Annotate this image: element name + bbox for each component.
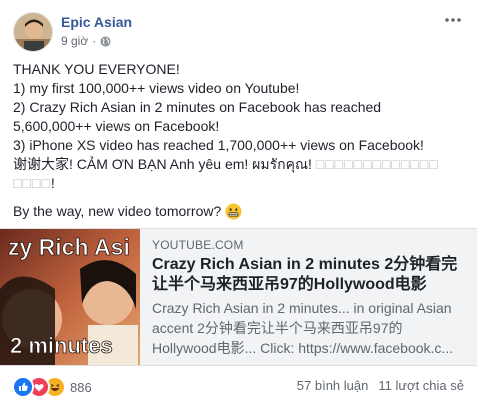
post-line: THANK YOU EVERYONE!: [13, 61, 180, 77]
post-line: 3) iPhone XS video has reached 1,700,000…: [13, 137, 424, 153]
like-reaction-icon: [12, 376, 34, 398]
closing-line: By the way, new video tomorrow?: [13, 202, 465, 221]
post-footer: 886 57 bình luận 11 lượt chia sẻ: [0, 372, 477, 400]
facebook-post: Epic Asian 9 giờ · THANK YOU EVERYONE! 1…: [0, 0, 477, 405]
comments-link[interactable]: 57 bình luận: [297, 378, 369, 393]
author-name[interactable]: Epic Asian: [61, 14, 132, 30]
link-description: Crazy Rich Asian in 2 minutes... in orig…: [152, 300, 454, 356]
engagement-stats: 57 bình luận 11 lượt chia sẻ: [297, 378, 464, 393]
link-title[interactable]: Crazy Rich Asian in 2 minutes 2分钟看完让半个马来…: [152, 255, 464, 295]
avatar[interactable]: [13, 12, 53, 52]
post-line: 5,600,000++ views on Facebook!: [13, 118, 220, 134]
link-preview-text[interactable]: YOUTUBE.COM Crazy Rich Asian in 2 minute…: [152, 229, 467, 365]
reaction-count[interactable]: 886: [70, 380, 92, 395]
post-line: 1) my first 100,000++ views video on You…: [13, 80, 300, 96]
missing-glyphs: □□□□: [13, 175, 51, 191]
link-thumbnail[interactable]: zy Rich Asi 2 minutes: [0, 229, 140, 365]
more-icon: [445, 18, 461, 22]
timestamp[interactable]: 9 giờ: [61, 34, 88, 48]
closing-text: By the way, new video tomorrow?: [13, 203, 226, 219]
thumbnail-title-text: zy Rich Asi: [8, 234, 130, 260]
thanks-end: !: [50, 175, 55, 191]
shares-link[interactable]: 11 lượt chia sẻ: [378, 378, 464, 393]
post-text: THANK YOU EVERYONE! 1) my first 100,000+…: [13, 60, 465, 221]
grimace-emoji-icon: [225, 203, 242, 220]
separator: ·: [92, 34, 97, 48]
post-line: 2) Crazy Rich Asian in 2 minutes on Face…: [13, 99, 382, 115]
missing-glyphs: □□□□□□□□□□□□□: [315, 156, 439, 172]
post-meta: 9 giờ ·: [61, 34, 111, 48]
link-preview[interactable]: zy Rich Asi 2 minutes YOUTUBE.COM Crazy …: [0, 228, 477, 366]
link-domain: YOUTUBE.COM: [152, 238, 244, 252]
thanks-line-end: □□□□!: [13, 174, 465, 193]
reactions-summary[interactable]: 886: [12, 376, 92, 398]
thanks-line: 谢谢大家! CẢM ƠN BẠN Anh yêu em! ผมรักคุณ! □…: [13, 155, 465, 174]
thumbnail-caption-text: 2 minutes: [10, 333, 113, 358]
thanks-text: 谢谢大家! CẢM ƠN BẠN Anh yêu em! ผมรักคุณ!: [13, 156, 316, 172]
globe-icon[interactable]: [100, 35, 111, 47]
more-options-button[interactable]: [443, 12, 463, 28]
